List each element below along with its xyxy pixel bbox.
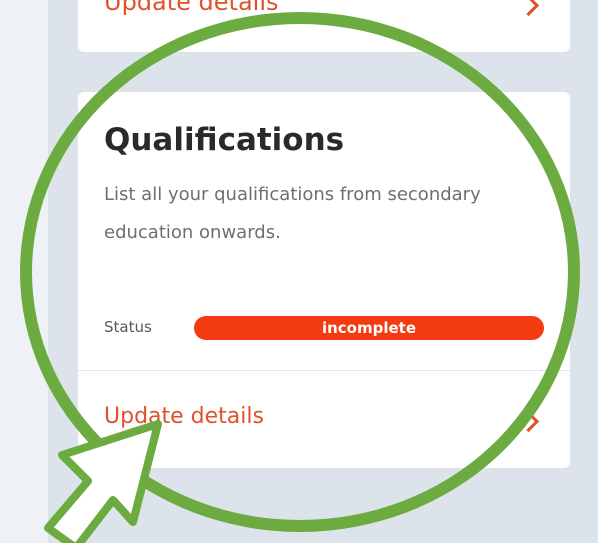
card-description: List all your qualifications from second… [104, 184, 481, 243]
previous-section-card: Update details [78, 0, 570, 52]
update-details-link[interactable]: Update details [104, 404, 264, 429]
status-label: Status [104, 318, 152, 336]
qualifications-card: Qualifications List all your qualificati… [78, 92, 570, 468]
screen: Update details Qualifications List all y… [0, 0, 598, 543]
card-divider [78, 370, 570, 371]
chevron-right-icon[interactable] [517, 410, 540, 433]
card-title: Qualifications [104, 122, 345, 158]
previous-update-details-link[interactable]: Update details [104, 0, 279, 16]
status-badge: incomplete [194, 316, 544, 340]
chevron-right-icon[interactable] [517, 0, 540, 17]
left-gutter [0, 0, 48, 543]
